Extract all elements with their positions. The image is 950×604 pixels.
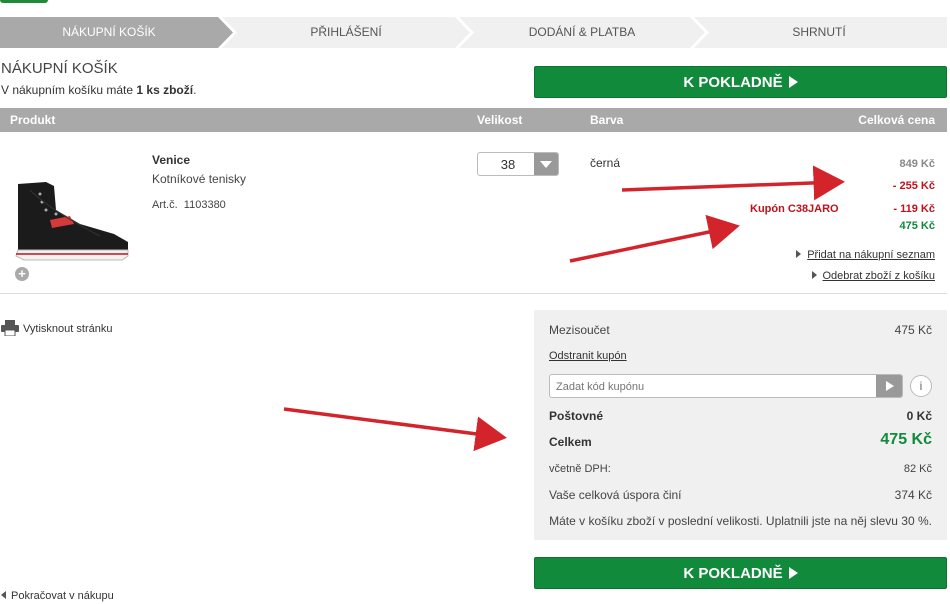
coupon-discount: - 119 Kč [893,203,935,215]
coupon-name: Kupón C38JARO [750,203,839,215]
order-summary: Mezisoučet 475 Kč Odstranit kupón i Pošt… [534,310,947,540]
page-title: NÁKUPNÍ KOŠÍK [1,60,118,77]
play-icon [788,567,798,579]
printer-icon [1,320,19,337]
cart-table-header: Produkt Velikost Barva Celková cena [0,108,947,132]
chevron-down-icon [534,153,558,175]
subtotal-label: Mezisoučet [549,323,610,337]
subtotal-value: 475 Kč [894,323,932,337]
step-delivery-payment[interactable]: Dodání & platba [474,17,690,48]
price-original: 849 Kč [899,158,935,170]
cart-count-text: V nákupním košíku máte 1 ks zboží. [1,83,197,97]
zoom-plus-icon[interactable]: + [15,267,29,281]
product-article: Art.č. 1103380 [152,199,226,211]
arrow-to-coupon [569,214,740,263]
play-icon [788,76,798,88]
submit-coupon-button[interactable] [876,375,902,397]
top-accent-bar [0,0,48,3]
sneaker-icon [15,182,129,261]
price-discount: - 255 Kč [892,180,935,192]
shipping-value: 0 Kč [906,409,932,423]
remove-coupon-link[interactable]: Odstranit kupón [549,350,627,362]
print-page-link[interactable]: Vytisknout stránku [1,320,112,337]
play-icon [886,381,894,391]
product-color: černá [590,156,621,170]
savings-label: Vaše celková úspora činí [549,488,682,502]
checkout-button-bottom[interactable]: K POKLADNĚ [534,557,947,589]
step-cart[interactable]: Nákupní košík [0,17,218,48]
product-name[interactable]: Venice [152,153,190,167]
header-size: Velikost [477,113,523,127]
size-select[interactable]: 38 [477,152,559,176]
arrow-to-discount [621,165,845,201]
shipping-label: Poštovné [549,409,604,423]
arrow-to-total [283,407,507,452]
header-color: Barva [590,113,624,127]
triangle-right-icon [811,271,817,279]
product-description: Kotníkové tenisky [152,172,247,186]
coupon-field[interactable] [549,374,903,398]
step-summary[interactable]: Shrnutí [709,17,929,48]
remove-item-link[interactable]: Odebrat zboží z košíku [811,268,935,282]
savings-value: 374 Kč [894,488,932,502]
last-size-note: Máte v košíku zboží v poslední velikosti… [549,514,932,528]
product-image[interactable] [10,180,132,264]
add-to-wishlist-link[interactable]: Přidat na nákupní seznam [796,247,935,261]
checkout-button-top[interactable]: K POKLADNĚ [534,66,947,98]
total-value: 475 Kč [880,431,932,448]
header-product: Produkt [10,113,56,127]
vat-label: včetně DPH: [549,463,611,475]
divider [0,293,947,294]
header-total: Celková cena [858,113,935,127]
checkout-steps: Nákupní košík Přihlášení Dodání & platba… [0,17,947,48]
coupon-input[interactable] [554,376,878,398]
vat-value: 82 Kč [903,463,932,475]
total-label: Celkem [549,435,592,449]
price-final: 475 Kč [899,220,935,232]
step-login[interactable]: Přihlášení [237,17,455,48]
triangle-right-icon [796,250,802,258]
continue-shopping-link[interactable]: Pokračovat v nákupu [1,590,114,602]
size-value: 38 [500,157,516,172]
triangle-left-icon [1,591,6,599]
info-icon[interactable]: i [910,375,932,397]
